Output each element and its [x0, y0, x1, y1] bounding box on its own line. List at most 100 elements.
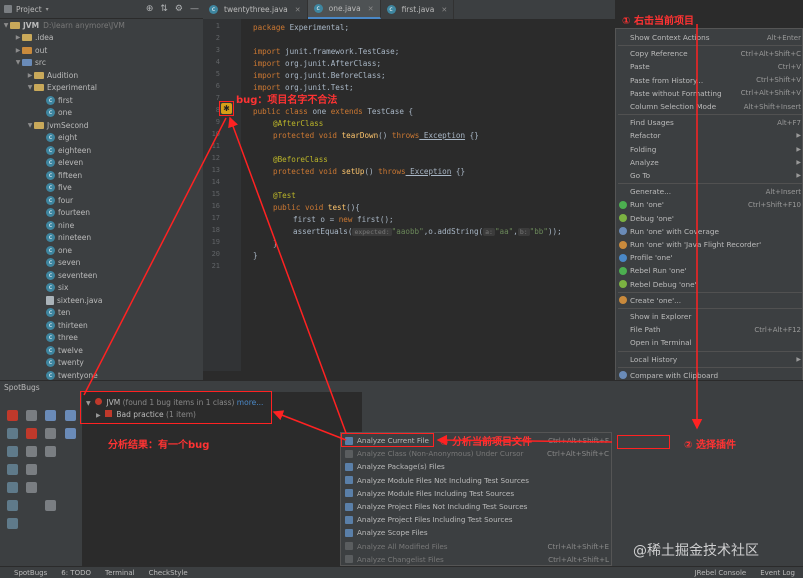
gear-icon[interactable]: ⚙ [175, 4, 183, 14]
menu-item-go-to[interactable]: Go To ▶ [616, 169, 802, 182]
tree-item[interactable]: c twentyone [0, 369, 203, 380]
hide-icon[interactable]: — [190, 4, 199, 14]
tree-item[interactable]: c four [0, 194, 203, 207]
tree-item[interactable]: ▼ src [0, 57, 203, 70]
status-checkstyle[interactable]: CheckStyle [149, 569, 188, 577]
tree-item[interactable]: c seventeen [0, 269, 203, 282]
menu-item-analyze[interactable]: Analyze ▶ [616, 156, 802, 169]
group-icon[interactable] [45, 410, 56, 421]
menu-item-rebel-run-one[interactable]: Rebel Run 'one' [616, 264, 802, 277]
expand-all-icon[interactable] [65, 410, 76, 421]
code-editor[interactable]: package Experimental; import junit.frame… [241, 19, 615, 371]
tree-item[interactable]: c fifteen [0, 169, 203, 182]
tree-item[interactable]: ▼ JvmSecond [0, 119, 203, 132]
package-icon[interactable] [26, 464, 37, 475]
close-icon[interactable]: ✕ [368, 5, 374, 13]
submenu-item-analyze-project-files-not-including-test-sources[interactable]: Analyze Project Files Not Including Test… [341, 500, 613, 513]
menu-item-paste[interactable]: Paste Ctrl+V [616, 60, 802, 73]
tree-item[interactable]: c first [0, 94, 203, 107]
tree-item[interactable]: c thirteen [0, 319, 203, 332]
collapse-all-icon[interactable] [65, 428, 76, 439]
tree-item[interactable]: ▶ Audition [0, 69, 203, 82]
submenu-item-analyze-module-files-including-test-sources[interactable]: Analyze Module Files Including Test Sour… [341, 487, 613, 500]
tree-item[interactable]: c eleven [0, 157, 203, 170]
tree-root[interactable]: ▼ JVM D:\learn anymore\JVM [0, 19, 203, 32]
settings-icon[interactable] [7, 446, 18, 457]
tree-item[interactable]: ▶ out [0, 44, 203, 57]
expand-arrow-icon[interactable]: ▼ [26, 84, 34, 91]
status-terminal[interactable]: Terminal [105, 569, 135, 577]
locate-icon[interactable]: ⊕ [146, 4, 154, 14]
menu-item-folding[interactable]: Folding ▶ [616, 143, 802, 156]
menu-item-refactor[interactable]: Refactor ▶ [616, 129, 802, 142]
expand-arrow-icon[interactable]: ▼ [14, 59, 22, 66]
tree-item[interactable]: ▶ .idea [0, 32, 203, 45]
changes-icon[interactable] [7, 500, 18, 511]
menu-item-show-context-actions[interactable]: Show Context Actions Alt+Enter [616, 31, 802, 44]
menu-item-run-one-with-java-flight-recorder[interactable]: Run 'one' with 'Java Flight Recorder' [616, 238, 802, 251]
scope-icon[interactable] [26, 482, 37, 493]
tab-one[interactable]: c one.java ✕ [307, 0, 381, 19]
tree-item[interactable]: c eighteen [0, 144, 203, 157]
tree-item[interactable]: ▼ Experimental [0, 82, 203, 95]
tree-item[interactable]: c three [0, 332, 203, 345]
collapse-icon[interactable]: ⇅ [160, 4, 168, 14]
close-icon[interactable]: ✕ [295, 6, 301, 14]
tree-item[interactable]: c fourteen [0, 207, 203, 220]
menu-item-open-in-terminal[interactable]: Open in Terminal [616, 336, 802, 349]
tree-item[interactable]: c one [0, 107, 203, 120]
tab-twentythree[interactable]: c twentythree.java ✕ [203, 0, 308, 19]
menu-item-generate[interactable]: Generate... Alt+Insert [616, 185, 802, 198]
export-icon[interactable] [26, 446, 37, 457]
chevron-down-icon[interactable]: ▾ [46, 6, 49, 13]
expand-arrow-icon[interactable]: ▶ [26, 72, 34, 79]
menu-item-profile-one[interactable]: Profile 'one' [616, 251, 802, 264]
expand-arrow-icon[interactable]: ▼ [2, 22, 10, 29]
bug-icon[interactable] [26, 428, 37, 439]
filter-icon[interactable] [26, 410, 37, 421]
menu-item-copy-reference[interactable]: Copy Reference Ctrl+Alt+Shift+C [616, 47, 802, 60]
tree-item[interactable]: c twelve [0, 344, 203, 357]
menu-item-create-one[interactable]: Create 'one'... [616, 294, 802, 307]
menu-item-run-one[interactable]: Run 'one' Ctrl+Shift+F10 [616, 198, 802, 211]
tree-item[interactable]: c eight [0, 132, 203, 145]
tree-item[interactable]: sixteen.java [0, 294, 203, 307]
expand-arrow-icon[interactable]: ▶ [14, 34, 22, 41]
module-icon[interactable] [7, 464, 18, 475]
close-icon[interactable]: ✕ [441, 6, 447, 14]
status-todo[interactable]: 6: TODO [61, 569, 91, 577]
project-panel-title[interactable]: Project [16, 5, 42, 14]
analyze-icon[interactable] [7, 428, 18, 439]
menu-item-column-selection-mode[interactable]: Column Selection Mode Alt+Shift+Insert [616, 100, 802, 113]
menu-item-debug-one[interactable]: Debug 'one' [616, 212, 802, 225]
expand-arrow-icon[interactable]: ▼ [26, 122, 34, 129]
menu-item-local-history[interactable]: Local History ▶ [616, 353, 802, 366]
menu-item-show-in-explorer[interactable]: Show in Explorer [616, 310, 802, 323]
submenu-item-analyze-project-files-including-test-sources[interactable]: Analyze Project Files Including Test Sou… [341, 513, 613, 526]
tree-item[interactable]: c nine [0, 219, 203, 232]
wrench-icon[interactable] [45, 500, 56, 511]
tree-item[interactable]: c seven [0, 257, 203, 270]
submenu-item-analyze-module-files-not-including-test-sources[interactable]: Analyze Module Files Not Including Test … [341, 474, 613, 487]
search-icon[interactable] [45, 446, 56, 457]
submenu-item-analyze-scope-files[interactable]: Analyze Scope Files [341, 526, 613, 539]
tree-item[interactable]: c one [0, 244, 203, 257]
tab-first[interactable]: c first.java ✕ [381, 0, 455, 19]
menu-item-paste-without-formatting[interactable]: Paste without Formatting Ctrl+Alt+Shift+V [616, 87, 802, 100]
menu-item-rebel-debug-one[interactable]: Rebel Debug 'one' [616, 278, 802, 291]
stop-icon[interactable] [7, 410, 18, 421]
menu-item-paste-from-history[interactable]: Paste from History... Ctrl+Shift+V [616, 74, 802, 87]
tree-item[interactable]: c ten [0, 307, 203, 320]
status-event-log[interactable]: Event Log [760, 569, 795, 577]
submenu-item-analyze-package-s-files[interactable]: Analyze Package(s) Files [341, 460, 613, 473]
tree-item[interactable]: c six [0, 282, 203, 295]
menu-item-find-usages[interactable]: Find Usages Alt+F7 [616, 116, 802, 129]
status-spotbugs[interactable]: SpotBugs [14, 569, 47, 577]
help-icon[interactable] [7, 518, 18, 529]
menu-item-file-path[interactable]: File Path Ctrl+Alt+F12 [616, 323, 802, 336]
tree-item[interactable]: c five [0, 182, 203, 195]
tree-item[interactable]: c nineteen [0, 232, 203, 245]
project-icon[interactable] [7, 482, 18, 493]
expand-arrow-icon[interactable]: ▶ [14, 47, 22, 54]
tree-item[interactable]: c twenty [0, 357, 203, 370]
